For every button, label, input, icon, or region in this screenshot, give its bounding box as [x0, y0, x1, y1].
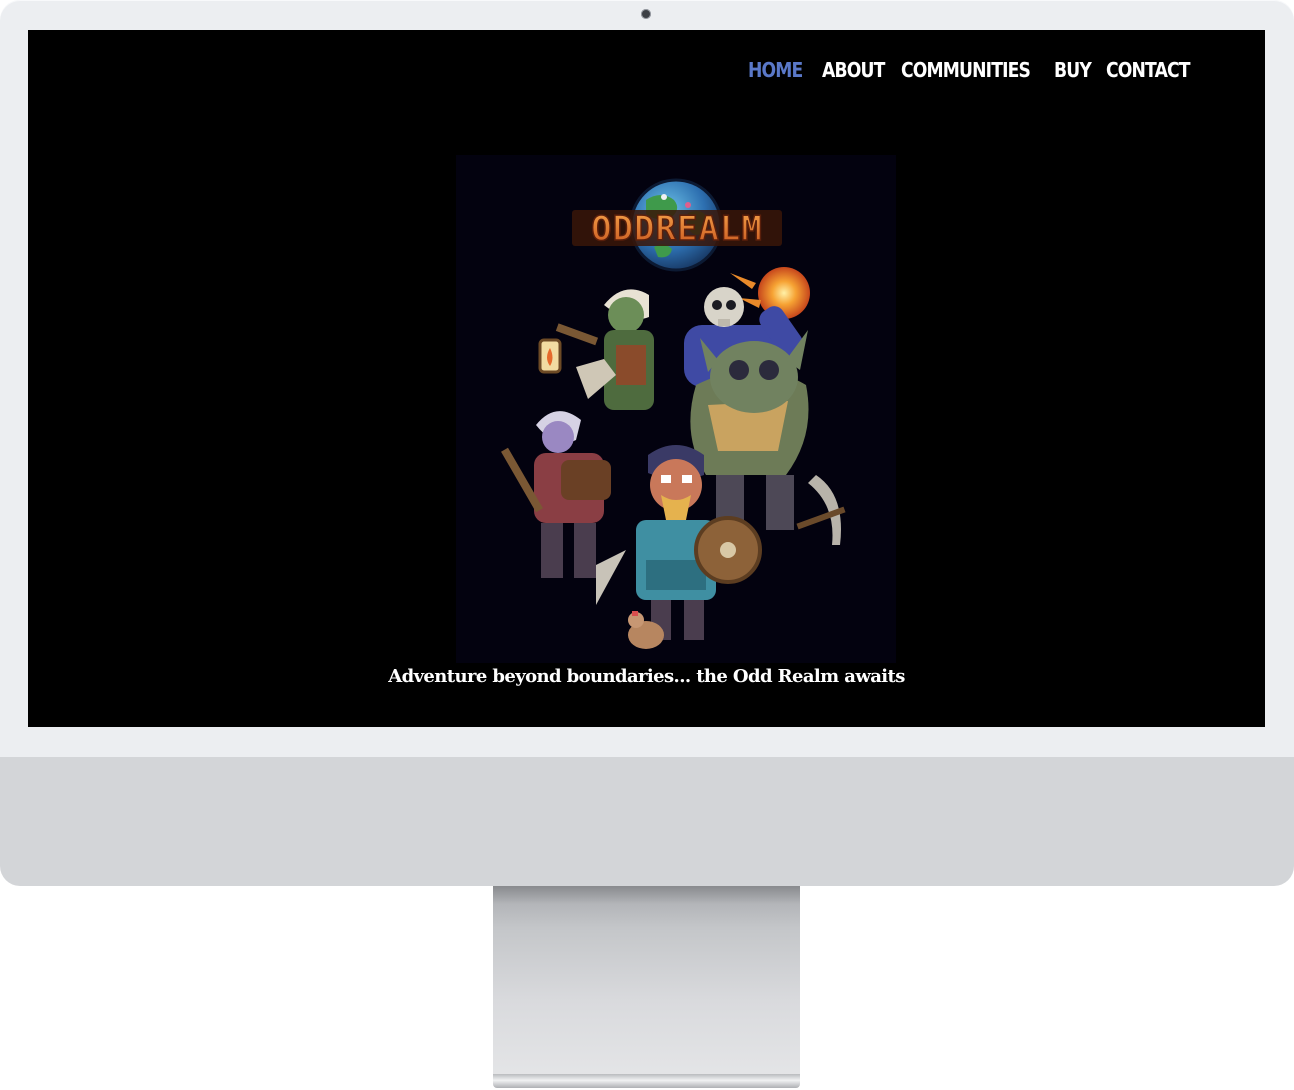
main-navigation: HOME ABOUT COMMUNITIES BUY CONTACT — [28, 57, 1265, 85]
nav-about-link[interactable]: ABOUT — [822, 57, 885, 83]
nav-communities-link[interactable]: COMMUNITIES — [901, 57, 1031, 83]
dwarf-character — [501, 411, 611, 578]
imac-stand-foot — [493, 1074, 800, 1088]
nav-buy-link[interactable]: BUY — [1054, 57, 1092, 83]
elf-character — [538, 289, 654, 410]
camera-icon — [641, 9, 651, 19]
website-screen: HOME ABOUT COMMUNITIES BUY CONTACT ODDRE… — [28, 30, 1265, 727]
oddrealm-logo: ODDREALM — [572, 208, 782, 250]
imac-stand — [493, 886, 800, 1078]
svg-text:ODDREALM: ODDREALM — [591, 209, 763, 249]
nav-contact-link[interactable]: CONTACT — [1106, 57, 1191, 83]
orc-character — [690, 330, 846, 545]
imac-chin — [0, 757, 1294, 886]
nav-home-link[interactable]: HOME — [748, 57, 803, 83]
hero-key-art: ODDREALM — [456, 155, 896, 663]
hero-tagline: Adventure beyond boundaries... the Odd R… — [388, 666, 905, 687]
